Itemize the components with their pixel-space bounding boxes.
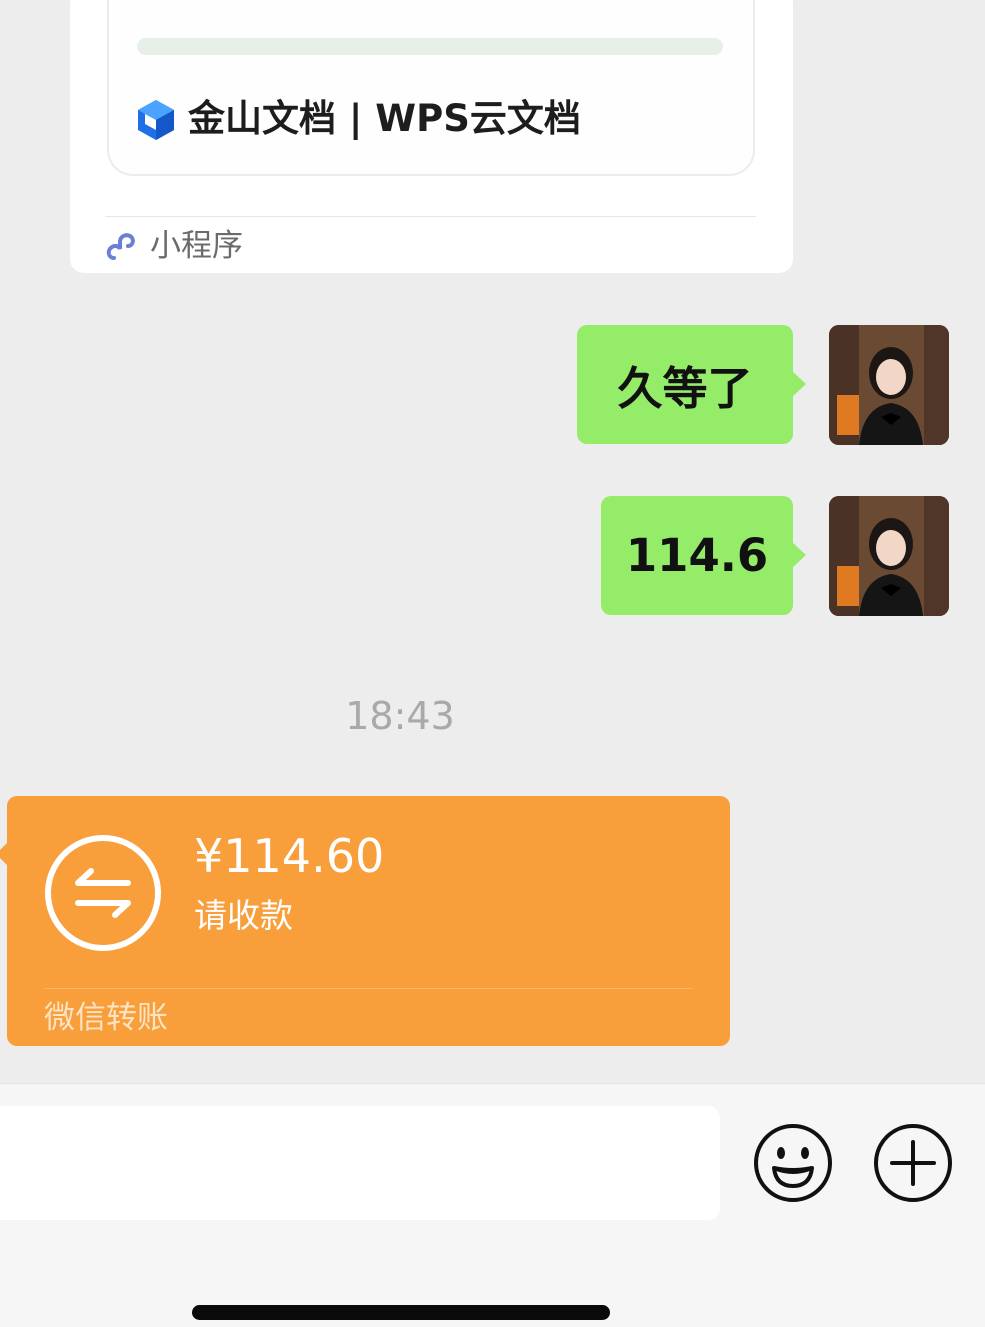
mini-program-link-icon	[106, 233, 135, 260]
mini-program-preview	[107, 0, 755, 176]
wps-cube-logo-icon	[138, 100, 174, 140]
composer-bar	[0, 1083, 985, 1327]
transfer-status: 请收款	[194, 896, 293, 935]
avatar-photo	[829, 496, 949, 616]
transfer-amount: ¥114.60	[194, 829, 385, 883]
sent-message-bubble[interactable]: 114.6	[601, 496, 806, 615]
transfer-card[interactable]: ¥114.60 请收款 微信转账	[0, 796, 730, 1046]
card-divider	[105, 216, 756, 217]
mini-program-card[interactable]: 金山文档 | WPS云文档 小程序	[70, 0, 793, 273]
home-indicator[interactable]	[192, 1305, 610, 1320]
emoji-icon[interactable]	[752, 1122, 834, 1204]
mini-program-brand: 金山文档 | WPS云文档	[188, 97, 581, 140]
transfer-source-label: 微信转账	[44, 1000, 168, 1036]
message-text: 久等了	[617, 362, 753, 415]
preview-placeholder-bar	[137, 38, 723, 55]
mini-program-label: 小程序	[150, 228, 243, 264]
transfer-arrows-icon	[45, 835, 161, 951]
message-input[interactable]	[0, 1106, 720, 1220]
sent-message-bubble[interactable]: 久等了	[577, 325, 806, 444]
avatar-photo	[829, 325, 949, 445]
avatar[interactable]	[829, 496, 949, 616]
transfer-divider	[44, 988, 693, 989]
chat-timestamp: 18:43	[345, 694, 455, 738]
plus-icon[interactable]	[872, 1122, 954, 1204]
message-text: 114.6	[625, 529, 769, 582]
avatar[interactable]	[829, 325, 949, 445]
